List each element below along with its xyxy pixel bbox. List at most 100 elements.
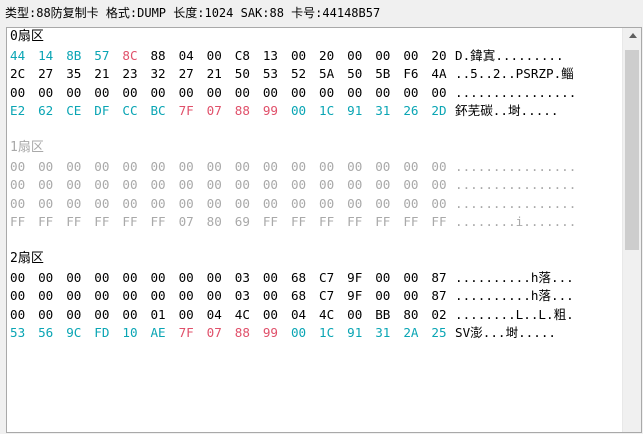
hex-byte: 07 [206,325,222,340]
hex-byte: AE [150,325,166,340]
scrollbar-thumb[interactable] [625,50,639,250]
hex-byte: 00 [38,306,54,322]
hex-byte: 00 [375,195,391,211]
hex-byte: 00 [206,177,222,192]
hex-byte: 00 [94,288,110,303]
hex-byte: 00 [94,84,110,100]
hex-byte: F6 [403,66,419,81]
hex-byte: 00 [10,195,26,211]
ascii-text: ..5..2..PSRZP.鲻 [455,66,574,81]
hex-byte: 32 [150,66,166,81]
hex-byte: 00 [206,84,222,100]
hex-byte: FF [290,214,307,229]
dump-row[interactable]: 00 00 00 00 00 00 00 00 03 00 68 C7 9F 00 00 87........… [10,287,621,306]
dump-row[interactable]: 00 00 00 00 00 00 00 00 03 00 68 C7 9F 00 00 87........… [10,269,621,288]
hex-byte: 00 [66,158,82,174]
hex-byte: 00 [375,158,391,174]
hex-byte: 00 [375,288,391,303]
hex-byte: 35 [66,66,82,81]
hex-byte: 2A [403,325,419,340]
hex-byte: 00 [290,84,307,100]
ascii-text: ..........h落... [455,288,574,303]
hex-byte: 00 [262,158,279,174]
ascii-text: ..........h落... [455,269,574,285]
dump-row[interactable]: FF FF FF FF FF FF 07 80 69 FF FF FF FF FF FF FF........… [10,213,621,232]
hex-byte: 07 [178,214,194,229]
hex-byte: 00 [347,195,363,211]
hex-byte: 00 [94,158,110,174]
card-info-bar: 类型:88防复制卡 格式:DUMP 长度:1024 SAK:88 卡号:4414… [5,6,381,20]
ascii-text: ................ [455,195,577,211]
hex-byte: 7F [178,103,194,118]
hex-byte: FD [94,325,110,340]
hex-byte: DF [94,103,110,118]
hex-byte: 00 [94,195,110,211]
hex-byte: C7 [319,288,335,303]
dump-row[interactable]: 00 00 00 00 00 00 00 00 00 00 00 00 00 00 00 00........… [10,176,621,195]
hex-byte: 2C [10,66,26,81]
hex-byte: 00 [290,158,307,174]
dump-row[interactable]: E2 62 CE DF CC BC 7F 07 88 99 00 1C 91 31 26 2D 鈈芜碳..埘..… [10,102,621,121]
hex-byte: CE [66,103,82,118]
vertical-scrollbar[interactable] [622,28,641,432]
hex-byte: 00 [234,177,250,192]
hex-byte: 00 [66,306,82,322]
hex-byte: 00 [178,269,194,285]
dump-row[interactable]: 00 00 00 00 00 00 00 00 00 00 00 00 00 00 00 00........… [10,84,621,103]
dump-row[interactable]: 00 00 00 00 00 00 00 00 00 00 00 00 00 00 00 00........… [10,195,621,214]
hex-byte: 00 [347,177,363,192]
hex-byte: 00 [122,177,138,192]
hex-byte: 00 [206,158,222,174]
dump-row[interactable]: 00 00 00 00 00 01 00 04 4C 00 04 4C 00 BB 80 02........… [10,306,621,325]
hex-byte: 00 [10,269,26,285]
dump-viewer[interactable]: 0扇区 44 14 8B 57 8C 88 04 00 C8 13 00 20 00 00 00 20 D.鍏寘.… [6,27,642,433]
hex-byte: 00 [234,158,250,174]
hex-byte: 00 [94,306,110,322]
dump-row[interactable]: 2C 27 35 21 23 32 27 21 50 53 52 5A 50 5B F6 4A ..5..2..… [10,65,621,84]
hex-byte: 00 [66,288,82,303]
hex-byte: FF [94,214,110,229]
hex-byte: 52 [290,66,307,81]
hex-byte: 00 [178,306,194,322]
hex-byte: 00 [403,288,419,303]
hex-byte: 00 [403,158,419,174]
hex-byte: 91 [347,325,363,340]
hex-byte: 80 [403,306,419,322]
dump-row[interactable]: 53 56 9C FD 10 AE 7F 07 88 99 00 1C 91 31 2A 25 SV澎...埘.… [10,324,621,343]
hex-byte: 04 [290,306,307,322]
hex-byte: 00 [262,84,279,100]
dump-content: 0扇区 44 14 8B 57 8C 88 04 00 C8 13 00 20 00 00 00 20 D.鍏寘.… [10,28,621,432]
ascii-text: ................ [455,177,577,192]
hex-byte: 00 [10,84,26,100]
hex-byte: 00 [150,84,166,100]
hex-byte: 00 [262,288,279,303]
hex-byte: 27 [38,66,54,81]
hex-byte: 00 [122,195,138,211]
hex-byte: FF [122,214,138,229]
hex-byte: 4C [234,306,250,322]
hex-byte: 03 [234,288,250,303]
hex-byte: E2 [10,103,26,118]
hex-byte: 50 [347,66,363,81]
scroll-up-icon[interactable] [629,33,637,38]
hex-byte: BB [375,306,391,322]
hex-byte: 9F [347,269,363,285]
hex-byte: 00 [319,158,335,174]
hex-byte: FF [347,214,363,229]
hex-byte: FF [38,214,54,229]
hex-byte: 5B [375,66,391,81]
hex-byte: 00 [290,103,307,118]
hex-byte: 00 [122,158,138,174]
dump-row[interactable]: 44 14 8B 57 8C 88 04 00 C8 13 00 20 00 00 00 20 D.鍏寘....… [10,47,621,66]
hex-byte: 00 [290,325,307,340]
dump-row[interactable]: 00 00 00 00 00 00 00 00 00 00 00 00 00 00 00 00........… [10,158,621,177]
hex-byte: 00 [234,195,250,211]
hex-byte: 26 [403,103,419,118]
hex-byte: 62 [38,103,54,118]
hex-byte: 00 [66,269,82,285]
hex-byte: 00 [122,288,138,303]
hex-byte: 00 [66,195,82,211]
hex-byte: 21 [206,66,222,81]
hex-byte: 68 [290,269,307,285]
hex-byte: FF [150,214,166,229]
